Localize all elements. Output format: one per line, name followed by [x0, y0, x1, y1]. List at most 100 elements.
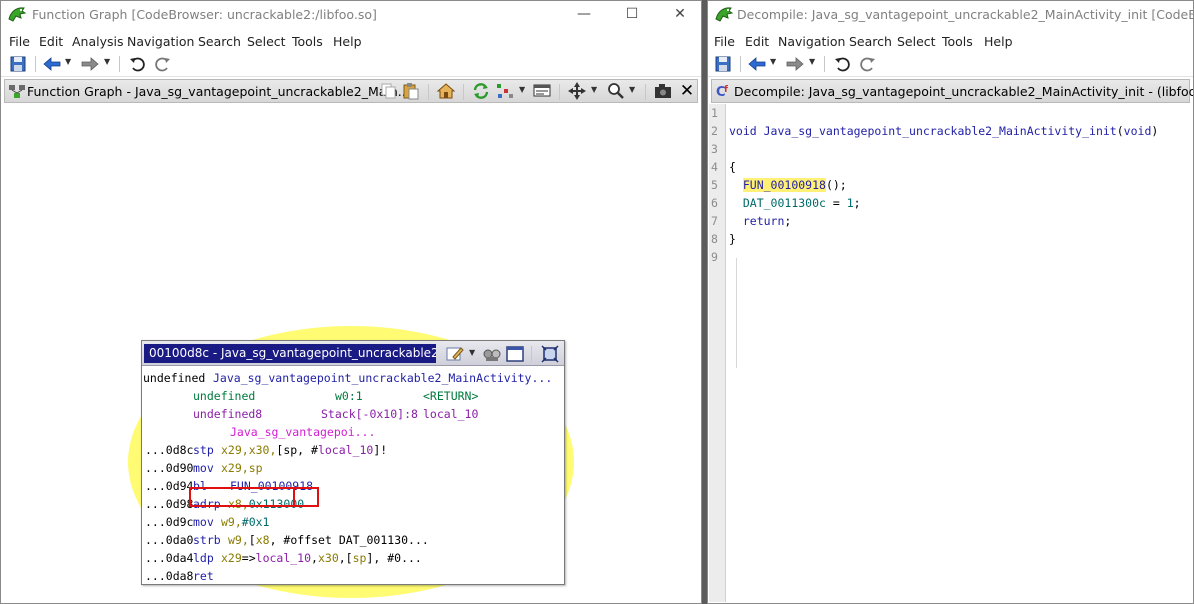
- menu-help[interactable]: Help: [333, 34, 362, 49]
- edit-block-icon[interactable]: [445, 344, 465, 364]
- navigation-cross-icon[interactable]: [567, 81, 587, 101]
- main-toolbar: ▼ ▼: [708, 52, 1193, 77]
- menu-tools[interactable]: Tools: [942, 34, 973, 49]
- layout-dropdown-icon[interactable]: ▼: [519, 85, 525, 94]
- menu-navigation[interactable]: Navigation: [778, 34, 845, 49]
- home-icon[interactable]: [436, 81, 456, 101]
- code-line[interactable]: 1: [709, 104, 1192, 122]
- graph-code-block[interactable]: 00100d8c - Java_sg_vantagepoint_uncracka…: [141, 340, 565, 585]
- menu-edit[interactable]: Edit: [39, 34, 63, 49]
- instruction-address: ...0da8: [145, 569, 194, 583]
- decompiled-code-view[interactable]: 1 2 void Java_sg_vantagepoint_uncrackable2…: [709, 104, 1192, 602]
- code-line[interactable]: 9: [709, 248, 1192, 266]
- code-line[interactable]: 8}: [709, 230, 1192, 248]
- main-toolbar: ▼ ▼: [1, 52, 701, 77]
- redo-icon[interactable]: [857, 54, 877, 74]
- line-number: 3: [711, 142, 718, 156]
- undo-icon[interactable]: [833, 54, 853, 74]
- toolbar-separator: [428, 84, 429, 100]
- group-block-icon[interactable]: [482, 344, 502, 364]
- code-line[interactable]: 7 return;: [709, 212, 1192, 230]
- line-number: 8: [711, 232, 718, 246]
- code-line[interactable]: 3: [709, 140, 1192, 158]
- back-arrow-icon[interactable]: [747, 54, 767, 74]
- instruction-row[interactable]: ...0da4 ldp x29=>local_10,x30,[sp], #0...: [142, 549, 564, 567]
- menu-bar: File Edit Navigation Search Select Tools…: [708, 31, 1193, 51]
- zoom-dropdown-icon[interactable]: ▼: [629, 85, 635, 94]
- menu-edit[interactable]: Edit: [745, 34, 769, 49]
- instruction-mnemonic: ret: [193, 569, 214, 583]
- instruction-operands[interactable]: x29,sp: [221, 459, 263, 477]
- instruction-address: ...0d90: [145, 461, 194, 475]
- instruction-row[interactable]: ...0da8 ret: [142, 567, 564, 585]
- instruction-address: ...0d9c: [145, 515, 194, 529]
- line-number: 9: [711, 250, 718, 264]
- menu-file[interactable]: File: [9, 34, 30, 49]
- undo-icon[interactable]: [128, 54, 148, 74]
- ghidra-dragon-icon: [8, 7, 27, 22]
- minimize-button[interactable]: —: [569, 5, 599, 25]
- function-graph-panel-header: Function Graph - Java_sg_vantagepoint_un…: [4, 79, 698, 103]
- instruction-operands[interactable]: x29,x30,[sp, #local_10]!: [221, 441, 387, 459]
- save-icon[interactable]: [8, 54, 28, 74]
- annotation-box-instruction: [189, 487, 295, 507]
- instruction-row[interactable]: ...0d9c mov w9,#0x1: [142, 513, 564, 531]
- menu-search[interactable]: Search: [198, 34, 241, 49]
- window-mode-icon[interactable]: [505, 344, 525, 364]
- snapshot-camera-icon[interactable]: [653, 81, 673, 101]
- menu-select[interactable]: Select: [897, 34, 936, 49]
- back-dropdown-icon[interactable]: ▼: [65, 57, 71, 66]
- layout-icon[interactable]: [495, 81, 515, 101]
- variable-row: undefined w0:1 <RETURN>: [193, 389, 479, 403]
- instruction-row[interactable]: ...0d8c stp x29,x30,[sp, #local_10]!: [142, 441, 564, 459]
- code-line[interactable]: 2 void Java_sg_vantagepoint_uncrackable2_…: [709, 122, 1192, 140]
- close-panel-icon[interactable]: ✕: [677, 81, 697, 101]
- paste-icon[interactable]: [401, 81, 421, 101]
- maximize-button[interactable]: ☐: [617, 5, 647, 25]
- disassembly-listing: undefined Java_sg_vantagepoint_uncrackab…: [142, 367, 564, 584]
- forward-dropdown-icon[interactable]: ▼: [809, 57, 815, 66]
- menu-file[interactable]: File: [714, 34, 735, 49]
- zoom-icon[interactable]: [606, 81, 626, 101]
- maximize-block-icon[interactable]: [540, 344, 560, 364]
- copy-icon[interactable]: [379, 81, 399, 101]
- forward-arrow-icon[interactable]: [80, 54, 100, 74]
- edit-dropdown-icon[interactable]: ▼: [469, 348, 475, 357]
- instruction-address: ...0d98: [145, 497, 194, 511]
- block-format-icon[interactable]: [532, 81, 552, 101]
- forward-dropdown-icon[interactable]: ▼: [104, 57, 110, 66]
- instruction-row[interactable]: ...0da0 strb w9,[x8, #offset DAT_001130...: [142, 531, 564, 549]
- forward-arrow-icon[interactable]: [785, 54, 805, 74]
- refresh-icon[interactable]: [471, 81, 491, 101]
- function-graph-canvas[interactable]: 00100d8c - Java_sg_vantagepoint_uncracka…: [2, 104, 700, 602]
- menu-navigation[interactable]: Navigation: [127, 34, 194, 49]
- menu-analysis[interactable]: Analysis: [72, 34, 124, 49]
- close-button[interactable]: ✕: [665, 5, 695, 25]
- line-number: 5: [711, 178, 718, 192]
- code-line[interactable]: 4{: [709, 158, 1192, 176]
- navigation-dropdown-icon[interactable]: ▼: [591, 85, 597, 94]
- redo-icon[interactable]: [152, 54, 172, 74]
- instruction-operands[interactable]: w9,[x8, #offset DAT_001130...: [228, 531, 429, 549]
- instruction-operands[interactable]: x29=>local_10,x30,[sp], #0...: [221, 549, 422, 567]
- menu-tools[interactable]: Tools: [292, 34, 323, 49]
- code-line[interactable]: 6 DAT_0011300c = 1;: [709, 194, 1192, 212]
- back-arrow-icon[interactable]: [42, 54, 62, 74]
- title-bar: Function Graph [CodeBrowser: uncrackable…: [1, 1, 701, 29]
- function-name[interactable]: Java_sg_vantagepoint_uncrackable2_MainAc…: [213, 369, 552, 387]
- instruction-mnemonic: mov: [193, 461, 214, 475]
- instruction-address: ...0da4: [145, 551, 194, 565]
- code-line[interactable]: 5 FUN_00100918();: [709, 176, 1192, 194]
- code-block-header: 00100d8c - Java_sg_vantagepoint_uncracka…: [142, 341, 564, 366]
- function-label: Java_sg_vantagepoi...: [230, 425, 376, 439]
- title-bar: Decompile: Java_sg_vantagepoint_uncracka…: [708, 1, 1193, 29]
- line-number: 6: [711, 196, 718, 210]
- menu-select[interactable]: Select: [247, 34, 286, 49]
- instruction-row[interactable]: ...0d90 mov x29,sp: [142, 459, 564, 477]
- instruction-operands[interactable]: w9,#0x1: [221, 513, 269, 531]
- back-dropdown-icon[interactable]: ▼: [770, 57, 776, 66]
- save-icon[interactable]: [713, 54, 733, 74]
- line-number: 4: [711, 160, 718, 174]
- menu-search[interactable]: Search: [849, 34, 892, 49]
- menu-help[interactable]: Help: [984, 34, 1013, 49]
